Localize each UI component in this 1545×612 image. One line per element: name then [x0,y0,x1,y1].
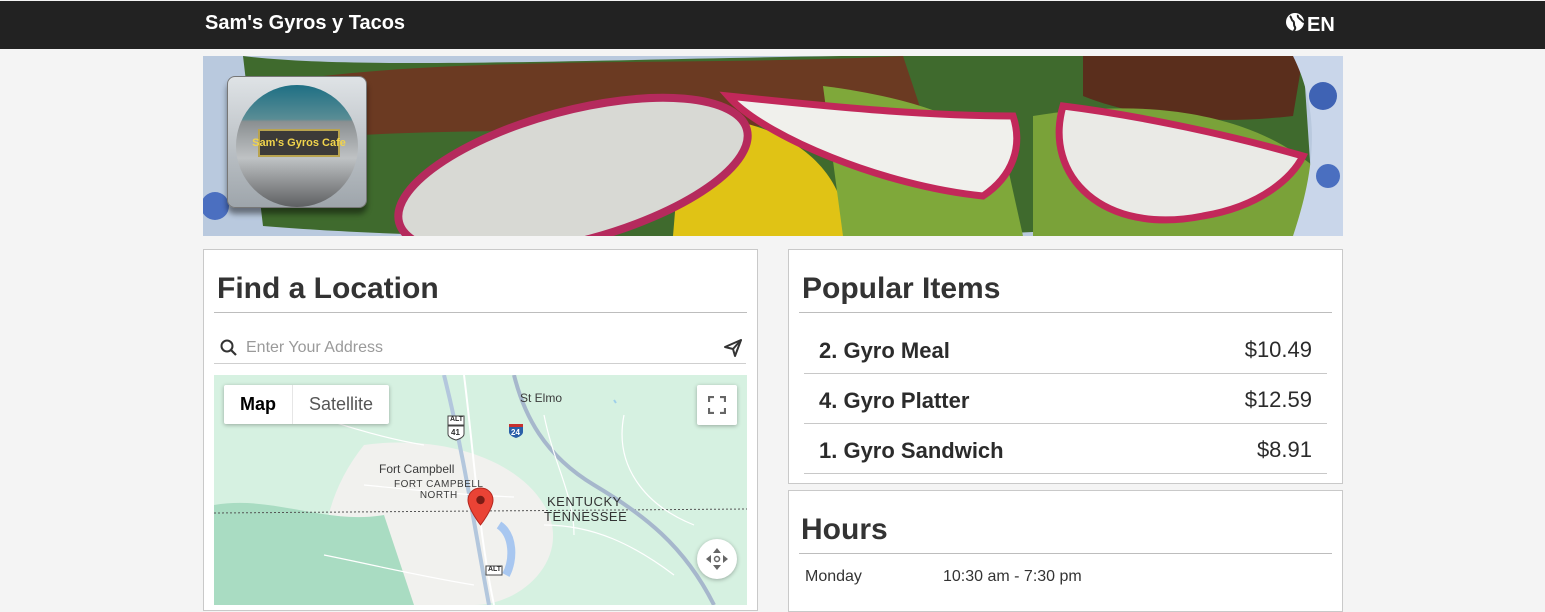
menu-item-price: $8.91 [1256,437,1312,462]
route-41-shield: ALT 41 [447,415,465,441]
logo-sign: Sam's Gyros Cafe [252,129,346,157]
hours-title: Hours [801,513,888,546]
menu-item-row[interactable]: 1. Gyro Sandwich $8.91 [804,424,1327,474]
divider [799,312,1332,313]
address-search-bar [214,333,746,364]
interstate-24-shield: 24 [508,423,524,439]
map-camera-control[interactable] [697,539,737,579]
route-41-number: 41 [451,428,460,437]
map-label-fort-campbell: Fort Campbell [379,462,455,476]
brand-title[interactable]: Sam's Gyros y Tacos [205,12,405,35]
language-code: EN [1307,13,1335,36]
globe-icon [1285,12,1305,38]
map-type-map-button[interactable]: Map [224,385,293,424]
find-location-panel: Find a Location Enter Your Address Map S… [203,249,758,611]
hours-panel: Hours Monday 10:30 am - 7:30 pm [788,490,1343,612]
popular-items-panel: Popular Items 2. Gyro Meal $10.49 4. Gyr… [788,249,1343,484]
hours-row: Monday 10:30 am - 7:30 pm [805,568,1082,586]
fullscreen-button[interactable] [697,385,737,425]
hero-banner: Sam's Gyros Cafe [203,56,1343,236]
menu-item-row[interactable]: 2. Gyro Meal $10.49 [804,324,1327,374]
menu-item-row[interactable]: 4. Gyro Platter $12.59 [804,374,1327,424]
divider [799,553,1332,554]
fullscreen-icon [708,396,726,414]
storefront-photo: Sam's Gyros Cafe [236,85,358,207]
map-label-kentucky: KENTUCKY [547,494,622,509]
location-map[interactable]: Map Satellite St Elmo Fort Campbell FORT… [214,375,747,605]
map-type-toggle: Map Satellite [224,385,390,424]
menu-item-name: 1. Gyro Sandwich [819,438,1004,463]
map-label-st-elmo: St Elmo [520,391,563,405]
hours-day: Monday [805,568,862,585]
move-arrows-icon [704,546,730,572]
location-marker-icon[interactable] [467,487,494,526]
menu-item-price: $10.49 [1244,337,1312,362]
map-type-satellite-button[interactable]: Satellite [293,385,389,424]
route-41-alt-text: ALT [450,416,464,423]
address-input[interactable] [244,338,728,358]
find-location-title: Find a Location [217,272,439,305]
menu-item-price: $12.59 [1244,387,1312,412]
popular-items-title: Popular Items [802,272,1001,305]
route-alt-text: ALT [488,566,502,573]
route-alt-shield: ALT [485,565,503,579]
divider [214,312,747,313]
menu-item-name: 4. Gyro Platter [819,388,970,413]
language-selector[interactable]: EN [1285,12,1335,38]
map-label-tennessee: TENNESSEE [544,509,628,524]
search-icon [220,339,238,357]
menu-item-name: 2. Gyro Meal [819,338,950,363]
hero-food-image [203,56,1343,236]
hours-time: 10:30 am - 7:30 pm [943,568,1082,585]
send-location-icon[interactable] [724,339,742,362]
top-navbar: Sam's Gyros y Tacos EN [0,1,1545,49]
restaurant-logo: Sam's Gyros Cafe [227,76,367,208]
interstate-24-number: 24 [511,428,520,437]
